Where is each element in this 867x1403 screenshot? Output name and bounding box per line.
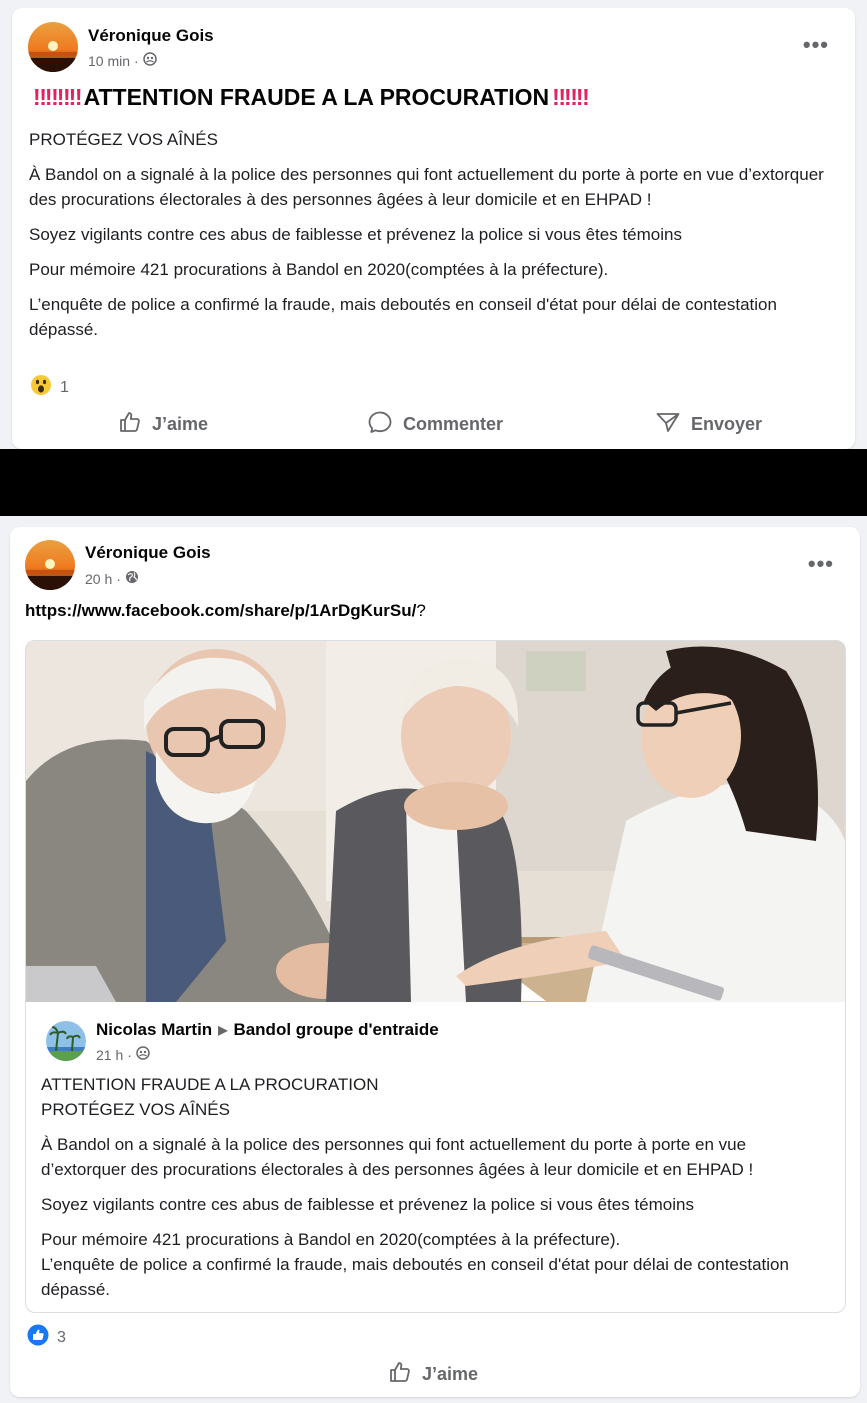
thumbs-up-icon	[388, 1360, 412, 1389]
post-headline: ‼‼‼‼ ATTENTION FRAUDE A LA PROCURATION ‼…	[33, 84, 590, 110]
comment-icon	[367, 410, 393, 439]
shared-post-header: Nicolas Martin ▶ Bandol groupe d'entraid…	[96, 1020, 439, 1040]
reaction-summary[interactable]: 1	[30, 374, 69, 401]
more-options-icon[interactable]: •••	[803, 32, 829, 58]
shared-post-line: ATTENTION FRAUDE A LA PROCURATION	[41, 1075, 379, 1094]
author-name[interactable]: Véronique Gois	[88, 26, 214, 46]
shared-post-body: ATTENTION FRAUDE A LA PROCURATION PROTÉG…	[41, 1072, 831, 1312]
comment-button[interactable]: Commenter	[367, 410, 503, 439]
thumbs-up-icon	[118, 410, 142, 439]
shared-post-paragraph: L’enquête de police a confirmé la fraude…	[41, 1255, 789, 1299]
black-separator-bar	[0, 449, 867, 516]
reaction-summary[interactable]: 3	[27, 1324, 66, 1351]
shared-post-line: PROTÉGEZ VOS AÎNÉS	[41, 1100, 230, 1119]
group-audience-icon	[136, 1046, 150, 1063]
send-icon	[655, 410, 681, 439]
shared-post-meta: 21 h ·	[96, 1046, 150, 1063]
post-time[interactable]: 20 h	[85, 571, 112, 587]
shared-post-time[interactable]: 21 h	[96, 1047, 123, 1063]
post-paragraph: À Bandol on a signalé à la police des pe…	[29, 165, 824, 209]
shared-post-paragraph: Soyez vigilants contre ces abus de faibl…	[41, 1195, 694, 1214]
post-paragraph: L’enquête de police a confirmé la fraude…	[29, 295, 777, 339]
shared-link[interactable]: https://www.facebook.com/share/p/1ArDgKu…	[25, 601, 426, 621]
post-time[interactable]: 10 min	[88, 53, 130, 69]
wow-emoji-icon	[30, 374, 52, 401]
post-paragraph: Soyez vigilants contre ces abus de faibl…	[29, 225, 682, 244]
like-button[interactable]: J’aime	[118, 410, 208, 439]
post-paragraph: Pour mémoire 421 procurations à Bandol e…	[29, 260, 609, 279]
shared-author-name[interactable]: Nicolas Martin	[96, 1020, 212, 1040]
author-name[interactable]: Véronique Gois	[85, 543, 211, 563]
shared-author-avatar[interactable]	[46, 1021, 86, 1061]
shared-post-photo[interactable]	[26, 641, 845, 1002]
caret-right-icon: ▶	[218, 1023, 228, 1037]
post-card-1: Véronique Gois 10 min · ••• ‼‼‼‼ ATTENTI…	[12, 8, 855, 449]
more-options-icon[interactable]: •••	[808, 551, 834, 577]
shared-post-card[interactable]: Nicolas Martin ▶ Bandol groupe d'entraid…	[25, 640, 846, 1313]
post-body: PROTÉGEZ VOS AÎNÉS À Bandol on a signalé…	[29, 127, 829, 352]
author-avatar[interactable]	[28, 22, 78, 72]
author-avatar[interactable]	[25, 540, 75, 590]
post-paragraph: PROTÉGEZ VOS AÎNÉS	[29, 130, 218, 149]
reaction-count: 3	[57, 1328, 66, 1346]
shared-post-paragraph: À Bandol on a signalé à la police des pe…	[41, 1135, 754, 1179]
post-card-2: Véronique Gois 20 h · ••• https://www.fa…	[10, 527, 860, 1397]
globe-icon	[125, 570, 139, 587]
shared-post-paragraph: Pour mémoire 421 procurations à Bandol e…	[41, 1230, 621, 1249]
like-button[interactable]: J’aime	[388, 1360, 478, 1389]
group-audience-icon	[142, 52, 157, 69]
send-button[interactable]: Envoyer	[655, 410, 762, 439]
post-meta: 10 min ·	[88, 52, 157, 69]
shared-group-name[interactable]: Bandol groupe d'entraide	[233, 1020, 438, 1040]
double-exclamation-icon: ‼‼‼	[552, 84, 590, 110]
like-reaction-icon	[27, 1324, 49, 1351]
reaction-count: 1	[60, 378, 69, 396]
double-exclamation-icon: ‼‼‼‼	[33, 84, 83, 110]
post-meta: 20 h ·	[85, 570, 139, 587]
